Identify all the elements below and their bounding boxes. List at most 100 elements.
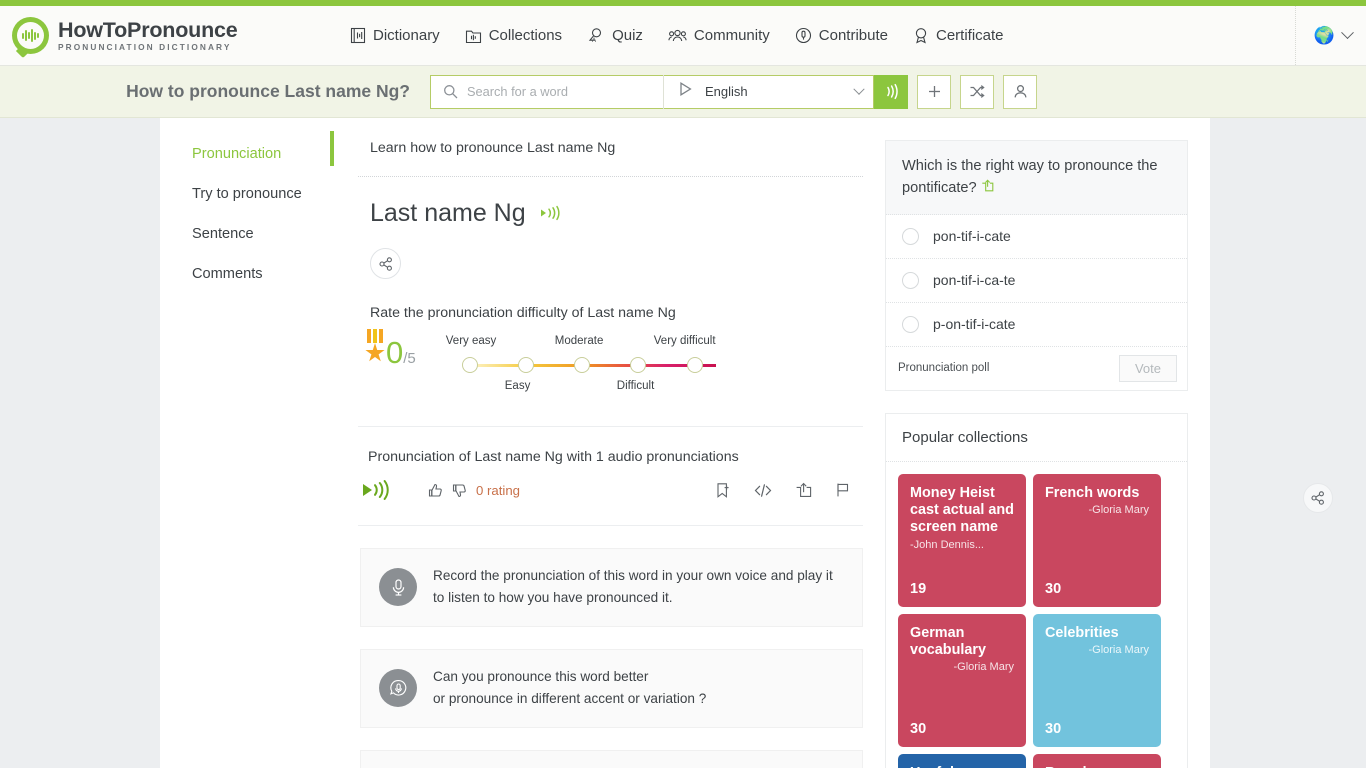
audio-row: 0 rating	[358, 479, 863, 501]
nav-item-certificate[interactable]: Certificate	[913, 27, 1004, 44]
collection-card[interactable]: French words -Gloria Mary 30	[1033, 473, 1161, 607]
radio-icon[interactable]	[902, 315, 919, 333]
sidenav-item-sentence[interactable]: Sentence	[192, 226, 358, 242]
poll-option-2[interactable]: pon-tif-i-ca-te	[886, 259, 1187, 303]
collection-count: 30	[1045, 580, 1062, 597]
language-menu-button[interactable]: 🌍	[1294, 6, 1354, 65]
difficulty-slider[interactable]: Very easy Moderate Very difficult Easy D…	[446, 329, 724, 396]
main-nav: Dictionary Collections A Quiz Community …	[350, 27, 1004, 44]
poll-footer-label: Pronunciation poll	[898, 362, 990, 375]
search-input[interactable]	[467, 75, 663, 108]
nav-item-community[interactable]: Community	[668, 27, 770, 44]
slider-label-moderate: Moderate	[554, 335, 604, 347]
brand-logo[interactable]: HowToPronounce PRONUNCIATION DICTIONARY	[0, 17, 350, 54]
slider-track-line	[469, 364, 716, 367]
sidenav-item-comments[interactable]: Comments	[192, 266, 358, 282]
word-play-icon[interactable]	[540, 205, 562, 226]
popular-collections-card: Popular collections Money Heist cast act…	[885, 412, 1188, 768]
collections-icon	[465, 27, 482, 44]
learn-heading: Learn how to pronounce Last name Ng	[330, 131, 863, 166]
content-panel: Pronunciation Try to pronounce Sentence …	[160, 118, 1210, 768]
slider-label-very-easy: Very easy	[445, 335, 497, 347]
poll-option-label: pon-tif-i-cate	[933, 228, 1011, 245]
flag-icon[interactable]	[835, 482, 851, 498]
difficulty-rating-row: 0 /5 Very easy Moderate Very difficult E…	[358, 329, 863, 396]
rating-group: 0 rating	[428, 483, 520, 498]
vote-button[interactable]: Vote	[1118, 354, 1177, 382]
nav-item-collections[interactable]: Collections	[465, 27, 562, 44]
word-share-button[interactable]	[370, 248, 401, 279]
better-prompt-line2: or pronounce in different accent or vari…	[433, 691, 707, 707]
brand-title: HowToPronounce	[58, 17, 238, 42]
bookmark-add-icon[interactable]	[715, 482, 731, 499]
svg-text:A: A	[592, 38, 596, 44]
better-pronunciation-box[interactable]: Can you pronounce this word better or pr…	[360, 648, 863, 728]
page-title: How to pronounce Last name Ng?	[126, 81, 410, 101]
nav-label: Certificate	[935, 27, 1004, 44]
collection-card[interactable]: Useful	[898, 753, 1026, 768]
poll-question-text: Which is the right way to pronounce the …	[902, 158, 1158, 196]
thumbs-down-icon[interactable]	[452, 483, 467, 498]
thumbs-up-icon[interactable]	[428, 483, 443, 498]
share-icon[interactable]	[795, 482, 812, 498]
collection-author: -Gloria Mary	[1088, 504, 1149, 517]
nav-label: Community	[693, 27, 770, 44]
poll-option-1[interactable]: pon-tif-i-cate	[886, 215, 1187, 259]
add-word-button[interactable]	[917, 74, 951, 109]
collection-card[interactable]: Brands	[1033, 753, 1161, 768]
better-prompt-text: Can you pronounce this word better or pr…	[433, 666, 706, 711]
floating-share-button[interactable]	[1303, 483, 1333, 513]
language-select[interactable]: English	[705, 84, 855, 99]
audio-play-button[interactable]	[362, 479, 390, 501]
search-icon	[431, 84, 467, 99]
slider-track[interactable]	[461, 355, 724, 377]
slider-knob-1[interactable]	[461, 357, 478, 373]
slider-knob-3[interactable]	[573, 357, 590, 373]
play-icon[interactable]	[678, 81, 693, 102]
record-prompt-text: Record the pronunciation of this word in…	[433, 568, 833, 606]
certificate-icon	[913, 27, 929, 44]
globe-icon: 🌍	[1313, 26, 1335, 45]
random-word-button[interactable]	[960, 74, 994, 109]
nav-item-quiz[interactable]: A Quiz	[587, 27, 643, 44]
collection-card[interactable]: German vocabulary -Gloria Mary 30	[898, 613, 1026, 747]
nav-item-contribute[interactable]: Contribute	[795, 27, 888, 44]
community-icon	[668, 27, 687, 44]
radio-icon[interactable]	[902, 271, 919, 289]
section-sidenav: Pronunciation Try to pronounce Sentence …	[160, 140, 358, 768]
pronunciation-count-text: Pronunciation of Last name Ng with 1 aud…	[368, 449, 739, 465]
radio-icon[interactable]	[902, 227, 919, 245]
search-controls: English	[430, 74, 1037, 109]
popular-collections-heading: Popular collections	[886, 414, 1187, 462]
collection-title: French words	[1045, 484, 1140, 501]
account-button[interactable]	[1003, 74, 1037, 109]
speak-button[interactable]	[874, 74, 908, 109]
search-box: English	[430, 74, 874, 109]
difficulty-score: 0 /5	[364, 329, 416, 371]
slider-knob-2[interactable]	[517, 357, 534, 373]
brand-subtitle: PRONUNCIATION DICTIONARY	[58, 42, 232, 53]
dictionary-icon	[350, 27, 366, 44]
sidenav-item-try-to-pronounce[interactable]: Try to pronounce	[192, 186, 358, 202]
collection-title: Money Heist cast actual and screen name	[910, 484, 1014, 536]
slider-knob-4[interactable]	[629, 357, 646, 373]
record-pronunciation-box[interactable]: Record the pronunciation of this word in…	[360, 548, 863, 627]
poll-option-label: pon-tif-i-ca-te	[933, 272, 1016, 289]
right-gutter	[1210, 118, 1366, 768]
chevron-down-icon	[1341, 26, 1354, 40]
better-prompt-line1: Can you pronounce this word better	[433, 668, 649, 684]
poll-option-3[interactable]: p-on-tif-i-cate	[886, 303, 1187, 347]
quiz-icon: A	[587, 27, 605, 44]
rating-count: 0 rating	[476, 482, 520, 498]
word-title: Last name Ng	[370, 199, 526, 227]
slider-label-very-difficult: Very difficult	[653, 335, 716, 347]
embed-code-icon[interactable]	[754, 483, 772, 498]
poll-external-link-icon[interactable]	[981, 179, 994, 196]
contribute-icon	[795, 27, 812, 44]
nav-item-dictionary[interactable]: Dictionary	[350, 27, 440, 44]
collection-card[interactable]: Money Heist cast actual and screen name …	[898, 473, 1026, 607]
collection-card[interactable]: Celebrities -Gloria Mary 30	[1033, 613, 1161, 747]
pronunciation-poll-card: Which is the right way to pronounce the …	[885, 140, 1188, 391]
slider-knob-5[interactable]	[686, 357, 703, 373]
right-rail: Which is the right way to pronounce the …	[863, 140, 1188, 768]
